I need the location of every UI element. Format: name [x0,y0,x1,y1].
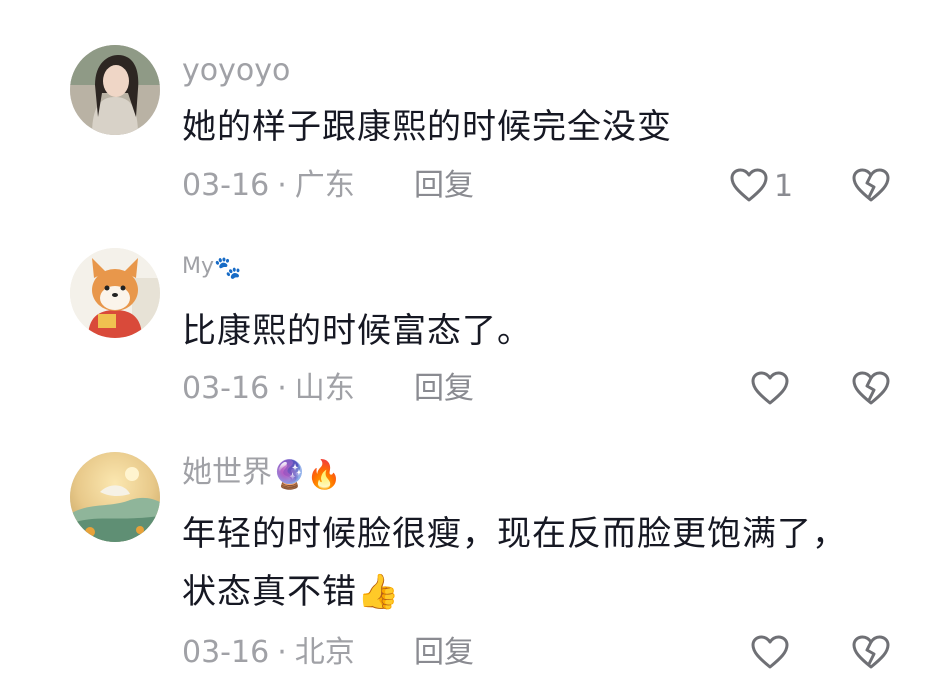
avatar[interactable] [70,452,160,542]
dislike-button[interactable] [850,166,892,208]
meta-separator: · [277,168,287,203]
comment-text-line: 她的样子跟康熙的时候完全没变 [182,107,672,147]
reply-button[interactable]: 回复 [414,374,474,404]
avatar[interactable] [70,45,160,135]
like-button[interactable] [749,369,795,411]
broken-heart-icon [850,371,892,411]
comment-text-line: 状态真不错👍 [182,572,401,612]
like-count: 1 [774,169,794,204]
heart-outline-icon [728,166,770,208]
dislike-button[interactable] [850,369,892,411]
comment-date: 03-16 [182,635,270,670]
comment-text-line: 年轻的时候脸很瘦，现在反而脸更饱满了， [182,514,847,554]
heart-outline-icon [749,633,791,675]
comment-location: 北京 [294,635,355,670]
username[interactable]: 她世界🔮🔥 [182,458,342,489]
comment-location: 广东 [294,168,355,203]
broken-heart-icon [850,635,892,675]
meta-separator: · [277,371,287,406]
comment-meta: 03-16 · 山东 [182,374,355,404]
comment-text-line: 比康熙的时候富态了。 [182,311,532,351]
username-text: yoyoyo [182,53,291,88]
comment-location: 山东 [294,371,355,406]
meta-separator: · [277,635,287,670]
comment-meta: 03-16 · 北京 [182,638,355,668]
username[interactable]: yoyoyo [182,56,290,86]
comment-text: 比康熙的时候富态了。 [182,302,902,360]
reply-button[interactable]: 回复 [414,171,474,201]
comment-text: 年轻的时候脸很瘦，现在反而脸更饱满了， 状态真不错👍 [182,505,902,621]
avatar[interactable] [70,248,160,338]
broken-heart-icon [850,168,892,208]
like-button[interactable] [749,633,795,675]
username-text: 她世界 [182,455,272,490]
like-button[interactable]: 1 [728,166,793,208]
heart-outline-icon [749,369,791,411]
comment-meta: 03-16 · 广东 [182,171,355,201]
paw-icon: 🐾 [214,256,242,281]
reply-button[interactable]: 回复 [414,638,474,668]
comment-date: 03-16 [182,371,270,406]
comment-text: 她的样子跟康熙的时候完全没变 [182,98,902,156]
comment-date: 03-16 [182,168,270,203]
username[interactable]: My🐾 [182,256,241,280]
dislike-button[interactable] [850,633,892,675]
username-text: My [182,254,215,279]
crystal-ball-fire-icon: 🔮🔥 [272,458,342,491]
